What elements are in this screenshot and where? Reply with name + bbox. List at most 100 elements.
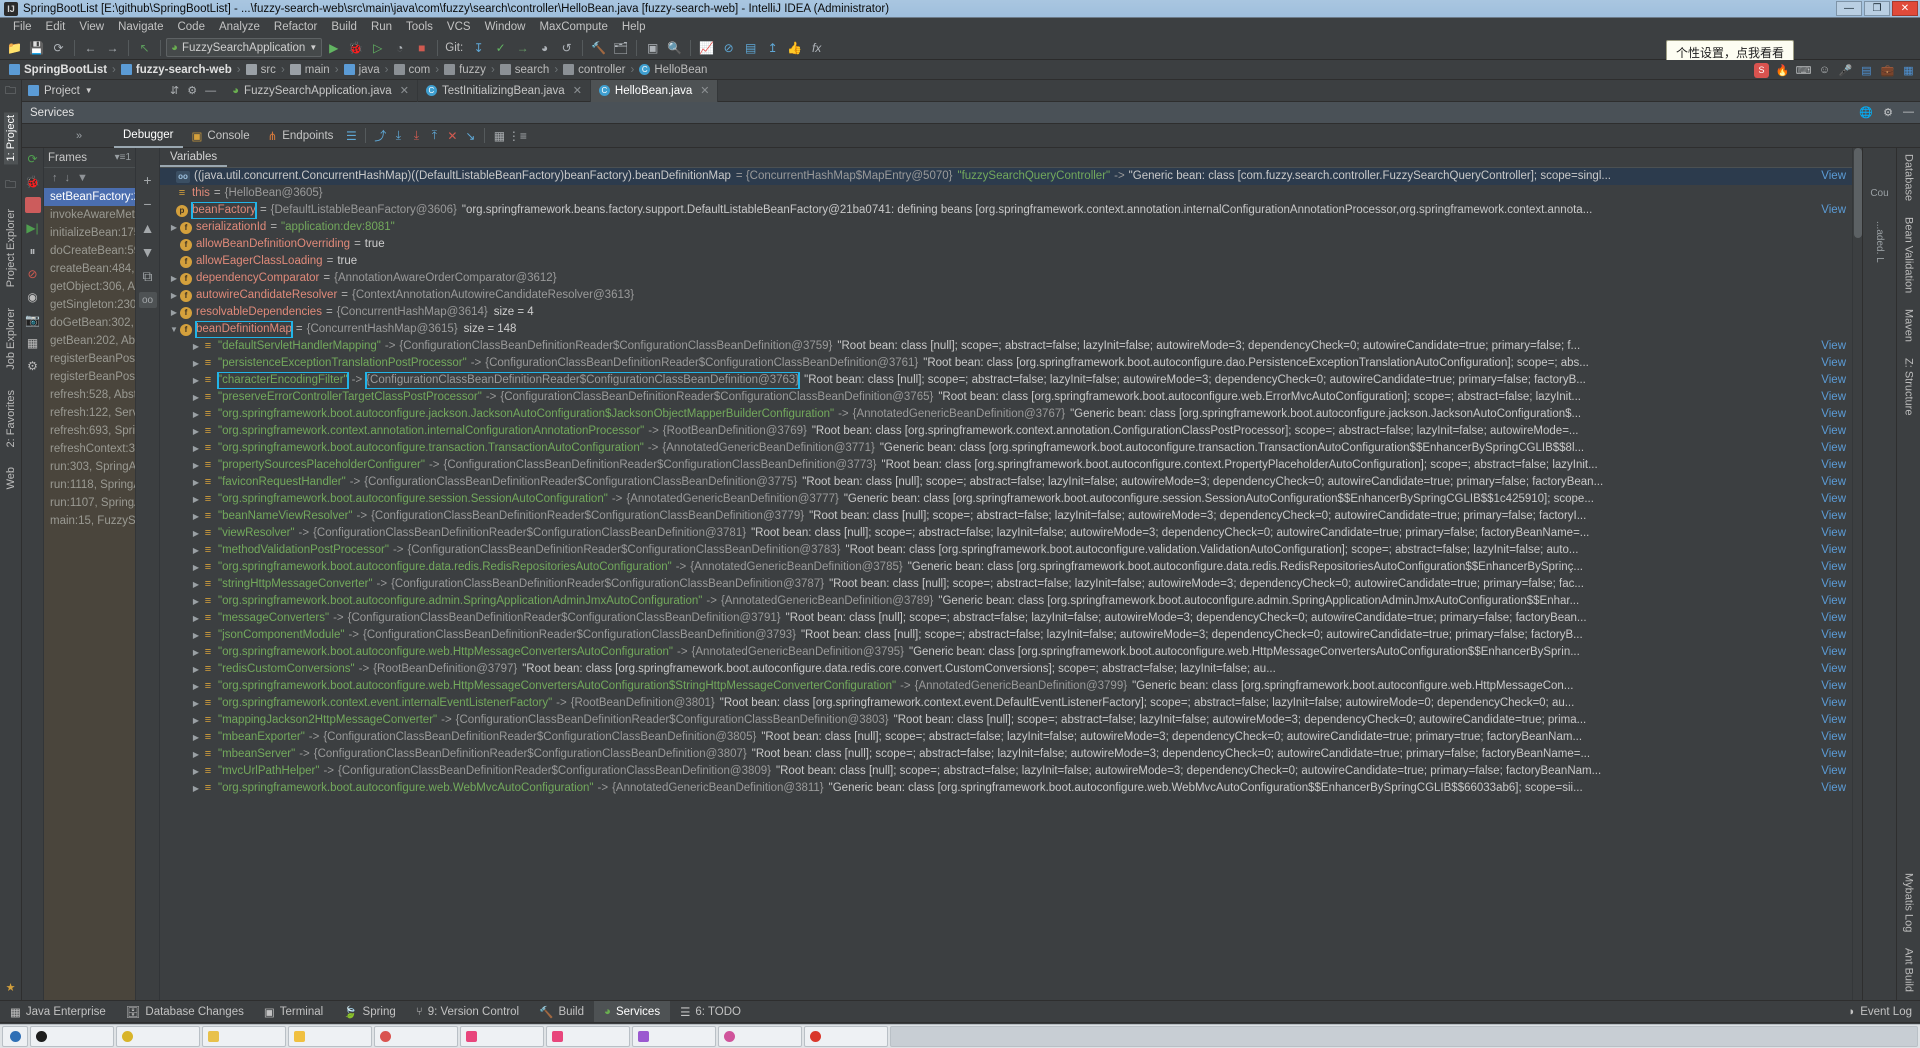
bean-definition-entry[interactable]: ▶ ≡ "mbeanExporter" -> {ConfigurationClassBe… [160, 729, 1852, 746]
main-toolbar[interactable]: 📁 💾 ⟳ ← → ↖ ◕ FuzzySearchApplication ▼ ▶… [0, 36, 1920, 65]
menu-item-vcs[interactable]: VCS [440, 20, 478, 34]
sidebar-item-project-explorer[interactable]: Project Explorer [4, 206, 18, 290]
move-down-icon[interactable]: ▼ [139, 244, 157, 260]
bean-definition-entry[interactable]: ▶ ≡ "persistenceExceptionTranslationPostPr… [160, 355, 1852, 372]
remove-watch-icon[interactable]: − [139, 196, 157, 212]
git-push-icon[interactable]: → [512, 37, 533, 58]
expand-arrow-icon[interactable]: ▶ [190, 474, 202, 491]
taskbar-item[interactable] [374, 1026, 458, 1047]
taskbar-item[interactable] [202, 1026, 286, 1047]
variable-row[interactable]: ▶f allowBeanDefinitionOverriding=true [160, 236, 1852, 253]
chart-icon[interactable]: 📈 [696, 37, 717, 58]
expand-services-icon[interactable]: » [44, 130, 114, 142]
layout-settings-icon[interactable]: ☰ [342, 127, 360, 145]
git-commit-icon[interactable]: ✓ [490, 37, 511, 58]
bottom-tool-window-bar[interactable]: ▦ Java Enterprise 🗄 Database Changes ▣ T… [0, 1000, 1920, 1023]
window-controls[interactable]: — ❐ ✕ [1836, 1, 1918, 16]
bean-definition-entry[interactable]: ▶ ≡ "propertySourcesPlaceholderConfigurer"… [160, 457, 1852, 474]
taskbar-item[interactable] [632, 1026, 716, 1047]
view-value-link[interactable]: View [1821, 474, 1852, 491]
frame-list-item[interactable]: registerBeanPostProcessors:747, Abstract… [44, 368, 135, 386]
view-value-link[interactable]: View [1821, 661, 1852, 678]
expand-arrow-icon[interactable]: ▶ [190, 491, 202, 508]
start-button[interactable] [2, 1026, 28, 1047]
taskbar-item[interactable] [804, 1026, 888, 1047]
star-icon[interactable]: ★ [4, 980, 18, 994]
bean-definition-entry[interactable]: ▶ ≡ "org.springframework.boot.autoconfigur… [160, 440, 1852, 457]
taskbar-item[interactable] [546, 1026, 630, 1047]
gear-icon[interactable]: ⚙ [25, 358, 41, 374]
taskbar-item[interactable] [460, 1026, 544, 1047]
forbidden-icon[interactable]: ⊘ [718, 37, 739, 58]
frame-list-item[interactable]: refresh:528, AbstractApplicationContext [44, 386, 135, 404]
close-icon[interactable]: ✕ [400, 84, 409, 97]
view-value-link[interactable]: View [1821, 508, 1852, 525]
debugger-toolbar[interactable]: » Debugger ▣ Console ⋔ Endpoints ☰ ⤴ ⤓ ⤓… [22, 124, 1920, 148]
expand-arrow-icon[interactable]: ▶ [168, 270, 180, 287]
sidebar-item-job-explorer[interactable]: Job Explorer [4, 305, 18, 373]
editor-tab-list[interactable]: ◕ FuzzySearchApplication.java ✕ C TestIn… [224, 79, 1920, 102]
menu-item-analyze[interactable]: Analyze [212, 20, 267, 34]
bean-definition-entry[interactable]: ▶ ≡ "org.springframework.boot.autoconfigur… [160, 593, 1852, 610]
bean-definition-entry[interactable]: ▶ ≡ "org.springframework.boot.autoconfigur… [160, 491, 1852, 508]
gear-icon[interactable]: ⚙ [1883, 106, 1893, 119]
close-icon[interactable]: ✕ [573, 84, 582, 97]
run-icon[interactable]: ▶ [323, 37, 344, 58]
view-value-link[interactable]: View [1821, 627, 1852, 644]
frame-list-item[interactable]: setBeanFactory:22, HelloBean (com.fuzzy.… [44, 188, 135, 206]
git-history-icon[interactable]: ◕ [534, 37, 555, 58]
breadcrumb-item-search[interactable]: search [497, 64, 553, 76]
menu-item-code[interactable]: Code [170, 20, 212, 34]
chevron-down-icon[interactable]: ▼ [85, 86, 93, 95]
sidebar-item-database[interactable]: Database [1903, 154, 1915, 201]
menu-item-window[interactable]: Window [478, 20, 533, 34]
thread-selector[interactable]: ▾≡1 [115, 152, 131, 163]
tab-console[interactable]: ▣ Console [183, 124, 259, 148]
emoji-icon[interactable]: ☺ [1817, 63, 1832, 78]
variable-row[interactable]: ▼ f beanDefinitionMap = {ConcurrentHashMap@3… [160, 321, 1852, 338]
editor-tab-fuzzysearchapplication[interactable]: ◕ FuzzySearchApplication.java ✕ [224, 79, 418, 102]
bottom-tab-todo[interactable]: ☰ 6: TODO [670, 1001, 751, 1023]
variables-tree[interactable]: ▶oo((java.util.concurrent.ConcurrentHash… [160, 168, 1852, 1000]
sidebar-item-project[interactable]: 1: Project [3, 112, 18, 165]
project-structure-icon[interactable]: 🗂 [610, 37, 631, 58]
project-folder-icon[interactable]: 🗀 [4, 84, 18, 98]
expand-arrow-icon[interactable]: ▶ [190, 627, 202, 644]
collapse-arrow-icon[interactable]: ▼ [168, 321, 180, 338]
sogou-input-icon[interactable]: S [1754, 62, 1769, 78]
save-all-icon[interactable]: 💾 [26, 37, 47, 58]
bottom-tab-services[interactable]: ◕ Services [594, 1000, 671, 1023]
maximize-button[interactable]: ❐ [1864, 1, 1890, 16]
bottom-tab-java-enterprise[interactable]: ▦ Java Enterprise [0, 1001, 116, 1023]
taskbar-item[interactable] [718, 1026, 802, 1047]
view-value-link[interactable]: View [1821, 678, 1852, 695]
force-step-into-icon[interactable]: ⤓ [407, 127, 425, 145]
expand-arrow-icon[interactable]: ▶ [190, 423, 202, 440]
breadcrumb-item-com[interactable]: com [391, 64, 434, 76]
view-value-link[interactable]: View [1821, 559, 1852, 576]
debug-session-actions[interactable]: ⟳ 🐞 ▶| ⏸ ⊘ ◉ 📷 ▦ ⚙ [22, 148, 44, 1000]
view-value-link[interactable]: View [1821, 593, 1852, 610]
add-watch-icon[interactable]: + [139, 172, 157, 188]
list-icon[interactable]: ▤ [740, 37, 761, 58]
bottom-tab-database-changes[interactable]: 🗄 Database Changes [116, 1001, 254, 1023]
bean-definition-entry[interactable]: ▶ ≡ "stringHttpMessageConverter" -> {Configu… [160, 576, 1852, 593]
bean-definition-entry[interactable]: ▶ ≡ "defaultServletHandlerMapping" -> {Confi… [160, 338, 1852, 355]
variables-scrollbar[interactable] [1852, 148, 1862, 1000]
tab-endpoints[interactable]: ⋔ Endpoints [259, 124, 343, 148]
expand-arrow-icon[interactable]: ▶ [168, 287, 180, 304]
menu-item-refactor[interactable]: Refactor [267, 20, 324, 34]
view-value-link[interactable]: View [1821, 389, 1852, 406]
minimize-button[interactable]: — [1836, 1, 1862, 16]
view-value-link[interactable]: View [1821, 746, 1852, 763]
bean-definition-entry[interactable]: ▶ ≡ "mappingJackson2HttpMessageConverter" -… [160, 712, 1852, 729]
taskbar-item[interactable] [30, 1026, 114, 1047]
briefcase-icon[interactable]: 💼 [1880, 63, 1895, 78]
variable-row[interactable]: ▶pbeanFactory={DefaultListableBeanFactor… [160, 202, 1852, 219]
stop-icon[interactable] [24, 197, 41, 213]
back-icon[interactable]: ← [80, 37, 101, 58]
menu-item-tools[interactable]: Tools [399, 20, 440, 34]
services-header-actions[interactable]: 🌐 ⚙ — [1859, 106, 1914, 119]
expand-arrow-icon[interactable]: ▶ [190, 746, 202, 763]
variable-row[interactable]: ▶ f autowireCandidateResolver = {ContextAnno… [160, 287, 1852, 304]
